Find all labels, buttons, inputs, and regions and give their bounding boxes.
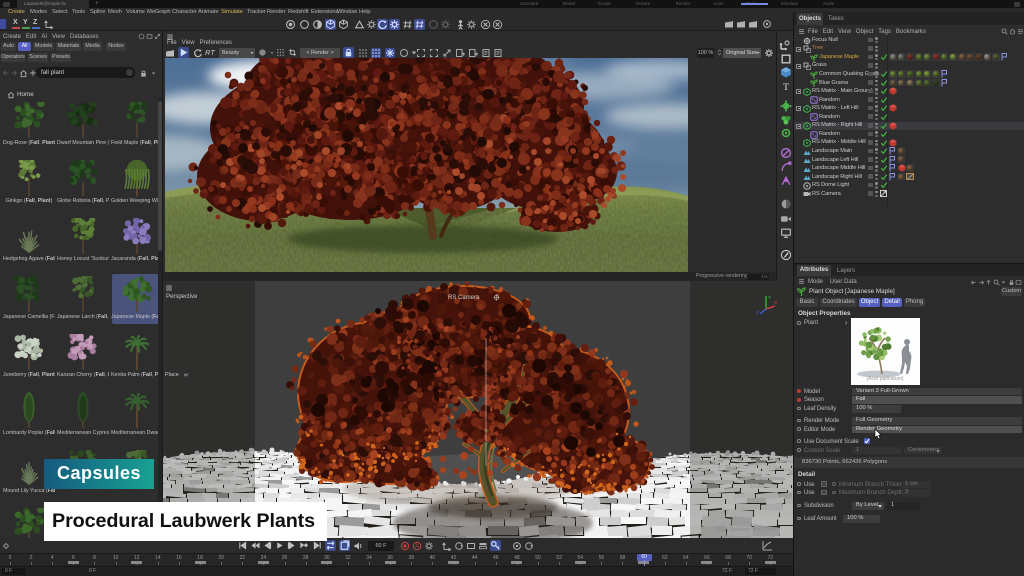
svg-text:T: T — [783, 82, 789, 92]
